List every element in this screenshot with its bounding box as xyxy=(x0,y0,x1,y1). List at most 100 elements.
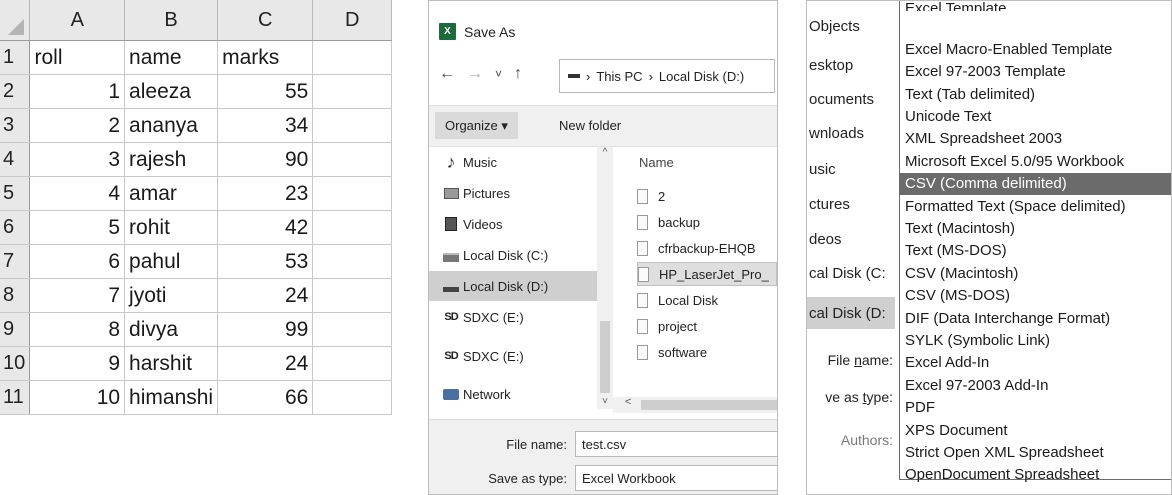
file-scroll-thumb[interactable] xyxy=(641,400,777,410)
nav-item-partial[interactable]: ocuments xyxy=(807,91,895,108)
organize-button[interactable]: Organize ▾ xyxy=(435,112,518,139)
file-type-option[interactable]: Text (Macintosh) xyxy=(900,217,1171,239)
cell-name[interactable]: pahul xyxy=(124,244,219,279)
cell-empty[interactable] xyxy=(312,278,392,313)
file-list-item[interactable]: project xyxy=(637,314,777,338)
name-column-header[interactable]: Name xyxy=(639,155,674,170)
file-list-item[interactable]: HP_LaserJet_Pro_ xyxy=(637,262,777,286)
nav-item[interactable]: Network xyxy=(429,379,597,409)
nav-item-partial[interactable]: wnloads xyxy=(807,125,895,142)
cell-marks[interactable]: 53 xyxy=(217,244,314,279)
cell-roll[interactable]: 7 xyxy=(29,278,126,313)
file-name-input[interactable]: test.csv xyxy=(575,431,777,457)
cell-empty[interactable] xyxy=(312,108,392,143)
scroll-left-arrow-icon[interactable]: < xyxy=(625,396,631,408)
nav-item-partial[interactable]: deos xyxy=(807,231,895,248)
cell-name[interactable]: aleeza xyxy=(124,74,219,109)
file-type-option[interactable]: Excel Macro-Enabled Template xyxy=(900,38,1171,60)
nav-item[interactable]: ♪ Music xyxy=(429,147,597,177)
cell-name[interactable]: jyoti xyxy=(124,278,219,313)
nav-item[interactable]: SD SDXC (E:) xyxy=(429,302,597,332)
cell-name[interactable]: harshit xyxy=(124,346,219,381)
cell-roll[interactable]: 1 xyxy=(29,74,126,109)
row-header[interactable]: 10 xyxy=(0,346,31,381)
row-header[interactable]: 11 xyxy=(0,380,31,415)
cell-empty[interactable] xyxy=(312,346,392,381)
file-type-option[interactable]: Excel Add-In xyxy=(900,352,1171,374)
cell-empty[interactable] xyxy=(312,380,392,415)
file-list-item[interactable]: backup xyxy=(637,210,777,234)
cell-empty[interactable] xyxy=(312,210,392,245)
cell-roll[interactable]: 9 xyxy=(29,346,126,381)
row-header[interactable]: 4 xyxy=(0,142,31,177)
select-all-triangle-icon[interactable] xyxy=(8,19,25,35)
file-type-option[interactable]: XML Spreadsheet 2003 xyxy=(900,128,1171,150)
cell-roll[interactable]: 5 xyxy=(29,210,126,245)
cell-marks[interactable]: 24 xyxy=(217,346,314,381)
cell-name[interactable]: divya xyxy=(124,312,219,347)
nav-item-partial[interactable]: usic xyxy=(807,161,895,178)
file-type-option[interactable]: Formatted Text (Space delimited) xyxy=(900,195,1171,217)
nav-item[interactable]: Local Disk (D:) xyxy=(429,271,597,301)
row-header[interactable]: 7 xyxy=(0,244,31,279)
file-type-option[interactable]: Strict Open XML Spreadsheet xyxy=(900,441,1171,463)
cell-empty[interactable] xyxy=(312,244,392,279)
new-folder-button[interactable]: New folder xyxy=(559,118,621,133)
file-type-option[interactable]: Microsoft Excel 5.0/95 Workbook xyxy=(900,150,1171,172)
file-list-item[interactable]: Local Disk xyxy=(637,288,777,312)
nav-item[interactable]: Pictures xyxy=(429,178,597,208)
column-header-a[interactable]: A xyxy=(29,0,126,41)
select-all-corner[interactable] xyxy=(0,0,31,41)
file-list-item[interactable]: cfrbackup-EHQB xyxy=(637,236,777,260)
row-header[interactable]: 6 xyxy=(0,210,31,245)
cell-empty[interactable] xyxy=(312,74,392,109)
file-type-option[interactable]: Text (MS-DOS) xyxy=(900,240,1171,262)
cell-empty[interactable] xyxy=(312,40,392,75)
file-type-option[interactable]: CSV (MS-DOS) xyxy=(900,285,1171,307)
breadcrumb-local-disk-d[interactable]: Local Disk (D:) xyxy=(659,69,744,84)
cell-empty[interactable] xyxy=(312,142,392,177)
cell-marks[interactable]: 90 xyxy=(217,142,314,177)
cell-marks[interactable]: 55 xyxy=(217,74,314,109)
file-type-option[interactable]: Excel Template xyxy=(900,1,1171,11)
cell-name[interactable]: name xyxy=(124,40,219,75)
cell-roll[interactable]: 2 xyxy=(29,108,126,143)
nav-item-partial[interactable]: cal Disk (C: xyxy=(807,265,895,282)
file-type-option[interactable]: SYLK (Symbolic Link) xyxy=(900,329,1171,351)
cell-name[interactable]: rajesh xyxy=(124,142,219,177)
cell-marks[interactable]: marks xyxy=(217,40,314,75)
column-header-c[interactable]: C xyxy=(217,0,314,41)
cell-marks[interactable]: 99 xyxy=(217,312,314,347)
nav-item-partial[interactable]: ctures xyxy=(807,196,895,213)
file-list-item[interactable]: 2 xyxy=(637,184,777,208)
file-type-option[interactable]: CSV (Comma delimited) xyxy=(900,172,1171,195)
cell-marks[interactable]: 24 xyxy=(217,278,314,313)
cell-empty[interactable] xyxy=(312,312,392,347)
cell-roll[interactable]: 8 xyxy=(29,312,126,347)
cell-marks[interactable]: 42 xyxy=(217,210,314,245)
file-type-option[interactable]: OpenDocument Spreadsheet xyxy=(900,464,1171,486)
cell-roll[interactable]: roll xyxy=(29,40,126,75)
column-header-b[interactable]: B xyxy=(124,0,219,41)
row-header[interactable]: 2 xyxy=(0,74,31,109)
nav-item[interactable]: Videos xyxy=(429,209,597,239)
nav-item-partial[interactable]: cal Disk (D: xyxy=(807,297,895,329)
row-header[interactable]: 9 xyxy=(0,312,31,347)
row-header[interactable]: 8 xyxy=(0,278,31,313)
file-list-item[interactable]: software xyxy=(637,340,777,364)
up-arrow-icon[interactable]: ↑ xyxy=(514,65,522,83)
file-type-option[interactable]: XPS Document xyxy=(900,419,1171,441)
cell-empty[interactable] xyxy=(312,176,392,211)
row-header[interactable]: 5 xyxy=(0,176,31,211)
breadcrumb-this-pc[interactable]: This PC xyxy=(596,69,642,84)
file-type-option[interactable]: Unicode Text xyxy=(900,105,1171,127)
nav-item[interactable]: SD SDXC (E:) xyxy=(429,341,597,371)
address-bar[interactable]: › This PC › Local Disk (D:) xyxy=(559,59,775,93)
cell-marks[interactable]: 23 xyxy=(217,176,314,211)
recent-locations-chevron-icon[interactable]: ˅ xyxy=(495,67,502,81)
cell-roll[interactable]: 10 xyxy=(29,380,126,415)
cell-name[interactable]: ananya xyxy=(124,108,219,143)
cell-roll[interactable]: 4 xyxy=(29,176,126,211)
cell-marks[interactable]: 66 xyxy=(217,380,314,415)
cell-roll[interactable]: 6 xyxy=(29,244,126,279)
